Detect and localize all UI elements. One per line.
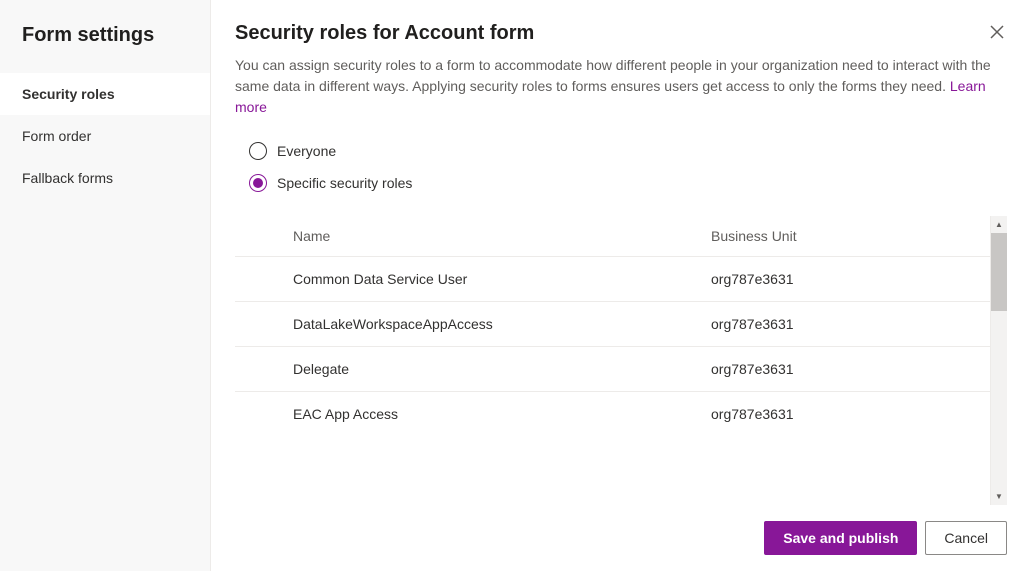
table-row[interactable]: Delegate org787e3631 [235,346,990,391]
radio-icon [249,142,267,160]
column-header-business-unit[interactable]: Business Unit [711,228,990,244]
table-header-row: Name Business Unit [235,216,990,256]
cancel-button[interactable]: Cancel [925,521,1007,555]
radio-icon [249,174,267,192]
description-text: You can assign security roles to a form … [211,55,1031,118]
cell-name: EAC App Access [293,406,711,422]
scrollbar[interactable]: ▲ ▼ [990,216,1007,505]
main-panel: Security roles for Account form You can … [211,0,1031,571]
scroll-up-arrow-icon[interactable]: ▲ [991,216,1007,233]
sidebar: Form settings Security roles Form order … [0,0,211,571]
sidebar-item-label: Form order [22,128,91,144]
table-row[interactable]: DataLakeWorkspaceAppAccess org787e3631 [235,301,990,346]
cell-name: Delegate [293,361,711,377]
sidebar-item-fallback-forms[interactable]: Fallback forms [0,157,210,199]
sidebar-item-form-order[interactable]: Form order [0,115,210,157]
close-button[interactable] [987,22,1007,45]
table-row[interactable]: Common Data Service User org787e3631 [235,256,990,301]
scroll-down-arrow-icon[interactable]: ▼ [991,488,1007,505]
radio-label: Everyone [277,143,336,159]
radio-group: Everyone Specific security roles [211,118,1031,216]
table-row[interactable]: EAC App Access org787e3631 [235,391,990,436]
radio-option-specific-roles[interactable]: Specific security roles [249,174,1007,192]
page-title: Security roles for Account form [235,22,534,45]
column-header-name[interactable]: Name [293,228,711,244]
description-body: You can assign security roles to a form … [235,57,991,94]
main-header: Security roles for Account form [211,0,1031,55]
radio-option-everyone[interactable]: Everyone [249,142,1007,160]
scroll-thumb[interactable] [991,233,1007,311]
sidebar-item-label: Fallback forms [22,170,113,186]
cell-name: Common Data Service User [293,271,711,287]
radio-label: Specific security roles [277,175,412,191]
cell-business-unit: org787e3631 [711,361,990,377]
sidebar-item-security-roles[interactable]: Security roles [0,73,210,115]
cell-business-unit: org787e3631 [711,316,990,332]
sidebar-title: Form settings [0,0,210,73]
close-icon [989,24,1005,40]
cell-business-unit: org787e3631 [711,406,990,422]
roles-table: Name Business Unit Common Data Service U… [235,216,990,505]
cell-name: DataLakeWorkspaceAppAccess [293,316,711,332]
roles-table-wrapper: Name Business Unit Common Data Service U… [211,216,1031,505]
footer: Save and publish Cancel [211,505,1031,571]
cell-business-unit: org787e3631 [711,271,990,287]
sidebar-item-label: Security roles [22,86,115,102]
save-publish-button[interactable]: Save and publish [764,521,917,555]
